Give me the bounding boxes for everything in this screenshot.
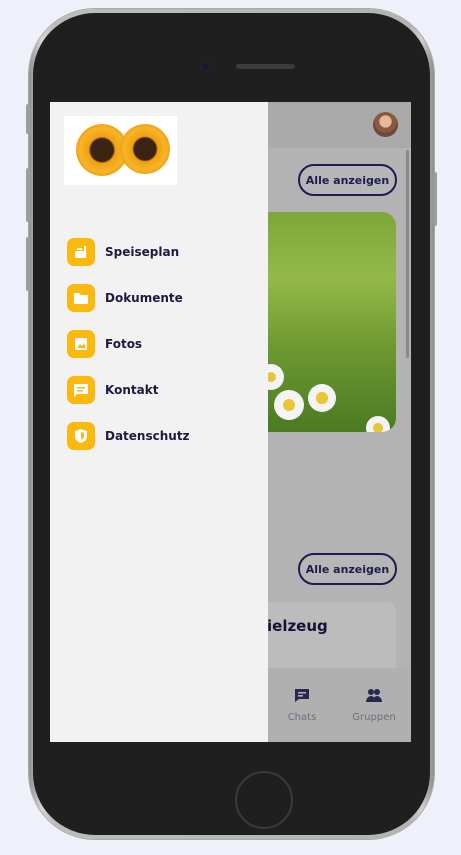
sunflower-image [120,124,170,174]
power-button [433,172,437,226]
logo [64,116,177,185]
scrollbar[interactable] [406,150,409,358]
show-all-button-2[interactable]: Alle anzeigen [298,553,397,585]
volume-down-button [26,237,30,291]
drawer-item-label: Dokumente [105,291,183,305]
drawer-item-dokumente[interactable]: Dokumente [67,284,183,312]
drawer-item-label: Kontakt [105,383,159,397]
photo-icon [67,330,95,358]
nav-label-gruppen: Gruppen [352,712,396,723]
group-icon [344,688,404,706]
drawer-item-label: Speiseplan [105,245,180,259]
nav-item-chats[interactable]: Chats [272,688,332,723]
nav-label-chats: Chats [287,712,317,723]
camera-icon [201,62,210,71]
side-button-top [26,104,30,134]
chat-icon [272,688,332,706]
shield-icon [67,422,95,450]
navigation-drawer: Speiseplan Dokumente Fotos Kontakt Daten [50,102,268,742]
drawer-item-label: Datenschutz [105,429,190,443]
daisy-image [366,416,390,432]
daisy-image [274,390,304,420]
card-title: ielzeug [267,617,328,635]
daisy-image [308,384,336,412]
volume-up-button [26,168,30,222]
nav-item-gruppen[interactable]: Gruppen [344,688,404,723]
drawer-item-fotos[interactable]: Fotos [67,330,142,358]
photo-card[interactable] [256,212,396,432]
food-icon [67,238,95,266]
folder-icon [67,284,95,312]
drawer-item-speiseplan[interactable]: Speiseplan [67,238,179,266]
app-screen: Alle anzeigen Alle anzeigen ielzeug Chat… [50,102,411,742]
message-icon [67,376,95,404]
show-all-button-1[interactable]: Alle anzeigen [298,164,397,196]
speaker-grille [236,64,295,69]
drawer-item-label: Fotos [105,337,143,351]
drawer-item-datenschutz[interactable]: Datenschutz [67,422,190,450]
avatar[interactable] [373,112,398,137]
drawer-item-kontakt[interactable]: Kontakt [67,376,158,404]
home-button[interactable] [235,771,293,829]
